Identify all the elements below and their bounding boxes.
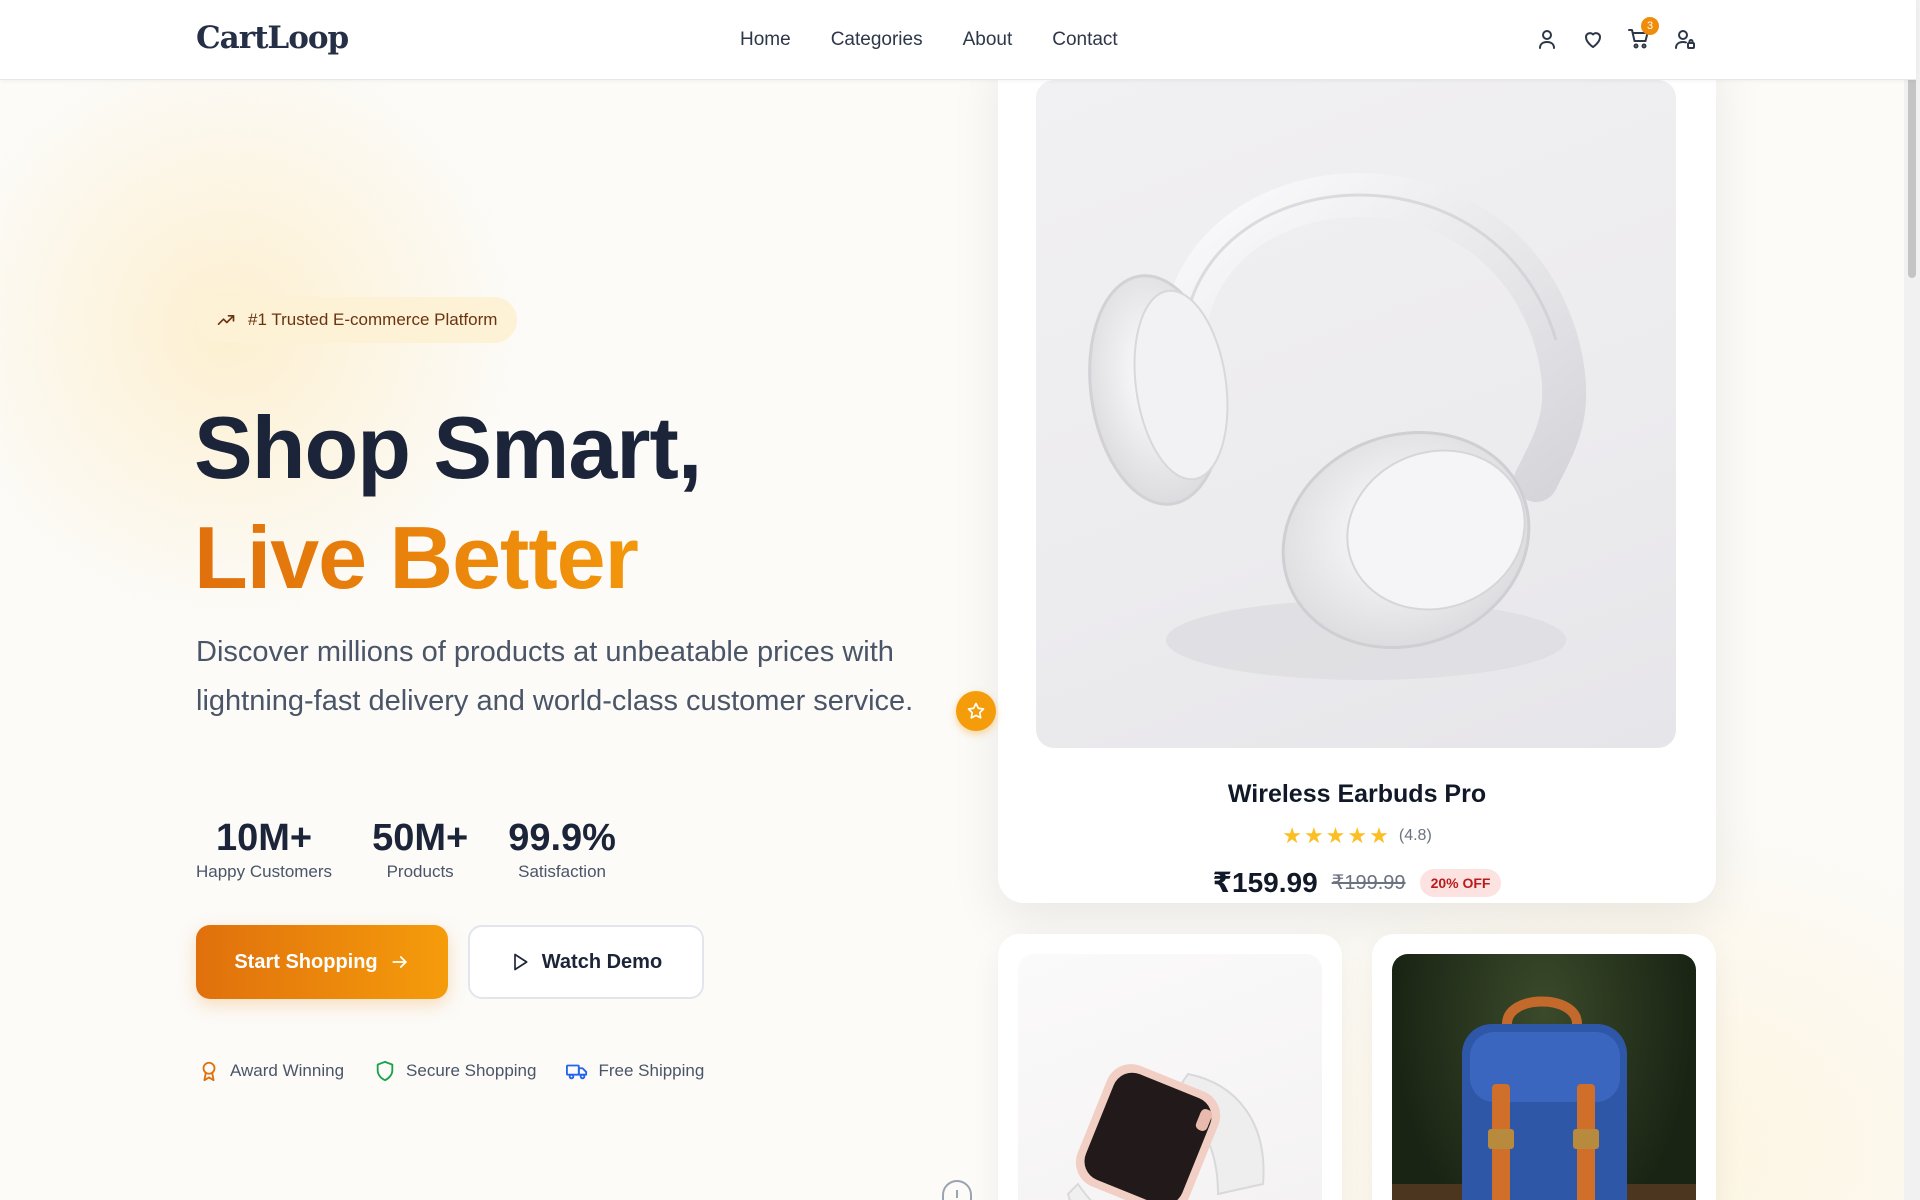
- product-card-smartwatch[interactable]: [998, 934, 1342, 1200]
- stat-value: 99.9%: [508, 817, 616, 859]
- cart-count-badge: 3: [1641, 17, 1659, 35]
- feature-label: Free Shipping: [598, 1061, 705, 1080]
- favorite-star-button[interactable]: [956, 691, 996, 731]
- stat-customers: 10M+ Happy Customers: [196, 815, 332, 883]
- product-image-backpack[interactable]: [1392, 954, 1696, 1200]
- star-icon: ★: [1325, 823, 1346, 848]
- product-image-headphones[interactable]: [1036, 80, 1676, 748]
- stat-satisfaction: 99.9% Satisfaction: [508, 815, 616, 883]
- stat-label: Satisfaction: [518, 862, 606, 881]
- trust-badge: #1 Trusted E-commerce Platform: [196, 297, 518, 343]
- trust-badge-text: #1 Trusted E-commerce Platform: [248, 310, 498, 329]
- brand-logo[interactable]: CartLoop: [196, 20, 349, 56]
- star-icon: ★: [1369, 823, 1389, 848]
- hero-description: Discover millions of products at unbeata…: [196, 636, 914, 717]
- stat-products: 50M+ Products: [372, 815, 468, 883]
- award-icon: [202, 1061, 216, 1082]
- truck-icon: [566, 1064, 588, 1080]
- page-scrollbar[interactable]: [1904, 0, 1920, 1200]
- hero-title-line1: Shop Smart,: [194, 398, 702, 497]
- user-icon[interactable]: [1534, 26, 1560, 52]
- shield-icon: [376, 1060, 394, 1082]
- main-nav: Home Categories About Contact: [740, 29, 1118, 51]
- discount-badge: 20% OFF: [1419, 868, 1502, 897]
- hero-stats: 10M+ Happy Customers 50M+ Products 99.9%…: [196, 815, 616, 883]
- play-icon: [513, 953, 528, 971]
- product-name[interactable]: Wireless Earbuds Pro: [998, 780, 1716, 809]
- stat-label: Happy Customers: [196, 862, 333, 881]
- stat-value: 10M+: [215, 817, 313, 859]
- heart-icon[interactable]: [1580, 26, 1606, 52]
- trending-up-icon: [217, 315, 235, 325]
- star-icon: ★: [1282, 823, 1302, 848]
- hero-title: Shop Smart, Live Better: [194, 393, 702, 613]
- stat-value: 50M+: [372, 817, 469, 859]
- start-shopping-label: Start Shopping: [234, 950, 378, 973]
- scroll-down-indicator[interactable]: [942, 1180, 972, 1200]
- feature-secure: Secure Shopping: [374, 1060, 536, 1082]
- watch-demo-label: Watch Demo: [541, 950, 663, 973]
- user-lock-icon[interactable]: [1672, 26, 1698, 52]
- product-rating: ★ ★ ★ ★ ★ (4.8): [998, 825, 1716, 847]
- feature-award: Award Winning: [198, 1060, 344, 1082]
- watch-demo-button[interactable]: Watch Demo: [468, 925, 704, 999]
- start-shopping-button[interactable]: Start Shopping: [196, 925, 448, 999]
- hero-title-line2: Live Better: [194, 503, 701, 613]
- header-actions: 3: [1534, 17, 1698, 52]
- nav-contact[interactable]: Contact: [1052, 29, 1117, 51]
- feature-label: Secure Shopping: [406, 1061, 537, 1080]
- featured-product-card[interactable]: Wireless Earbuds Pro ★ ★ ★ ★ ★ (4.8) ₹15…: [998, 40, 1716, 903]
- product-card-backpack[interactable]: [1372, 934, 1716, 1200]
- nav-home[interactable]: Home: [740, 29, 791, 51]
- star-icon: ★: [1347, 823, 1368, 848]
- feature-list: Award Winning Secure Shopping Free Shipp…: [198, 1060, 704, 1082]
- product-pricing: ₹159.99 ₹199.99 20% OFF: [998, 866, 1716, 899]
- feature-shipping: Free Shipping: [566, 1060, 704, 1082]
- star-icon: ★: [1303, 823, 1324, 848]
- arrow-right-icon: [392, 956, 407, 968]
- site-header: CartLoop Home Categories About Contact 3: [0, 0, 1916, 80]
- feature-label: Award Winning: [230, 1061, 345, 1080]
- original-price: ₹199.99: [1331, 872, 1406, 894]
- nav-about[interactable]: About: [963, 29, 1013, 51]
- cart-icon[interactable]: 3: [1626, 17, 1659, 52]
- product-image-smartwatch[interactable]: [1018, 954, 1322, 1200]
- stat-label: Products: [386, 862, 454, 881]
- nav-categories[interactable]: Categories: [831, 29, 923, 51]
- rating-value: (4.8): [1398, 827, 1432, 844]
- star-outline-icon: [967, 702, 985, 719]
- current-price: ₹159.99: [1212, 867, 1318, 898]
